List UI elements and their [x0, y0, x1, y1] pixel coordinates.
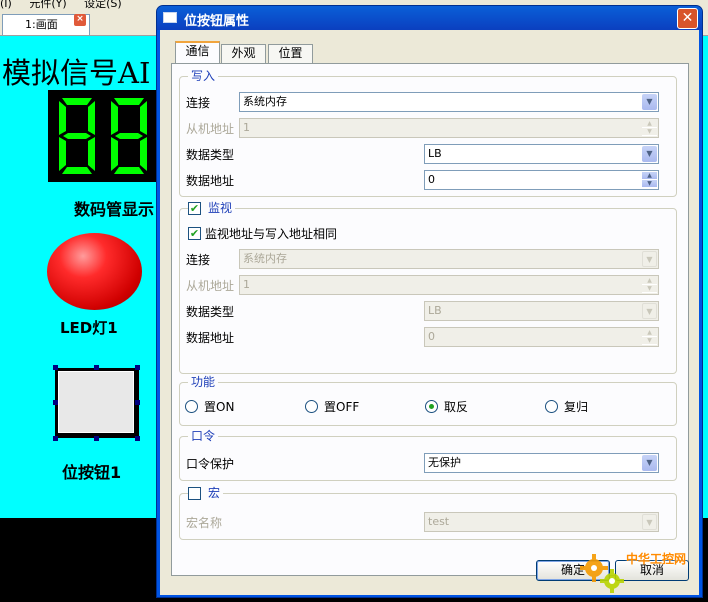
bit-button-widget[interactable]	[55, 368, 139, 438]
monitor-datatype-value: LB	[428, 304, 442, 317]
macro-group: 宏 宏名称 test ▼	[179, 486, 677, 540]
chevron-down-icon: ▼	[642, 94, 657, 110]
radio-set-off[interactable]	[305, 400, 318, 413]
same-address-checkbox[interactable]: ✔	[188, 227, 201, 240]
write-connection-label: 连接	[186, 96, 211, 110]
segment-digit-icon	[111, 98, 147, 174]
monitor-address-value: 0	[428, 330, 435, 343]
write-slave-value: 1	[243, 121, 250, 134]
close-tab-icon[interactable]: ×	[74, 14, 86, 26]
radio-set-on-label[interactable]: 置ON	[204, 400, 234, 414]
monitor-datatype-label: 数据类型	[186, 305, 235, 319]
led-lamp[interactable]	[47, 233, 142, 310]
menu-item-components[interactable]: 元件(Y)	[29, 0, 66, 10]
chevron-down-icon: ▼	[642, 146, 657, 162]
macro-name-value: test	[428, 515, 450, 528]
dialog-title: 位按钮属性	[184, 14, 250, 29]
radio-set-on[interactable]	[185, 400, 198, 413]
led-caption: LED灯1	[60, 319, 118, 337]
communication-tab-panel: 写入 连接 系统内存 ▼ 从机地址 1 ▲ ▼ 数据类型 LB ▼ 数据地址 0…	[171, 63, 689, 576]
segment-display-caption: 数码管显示	[74, 200, 155, 219]
tab-appearance[interactable]: 外观	[221, 44, 266, 63]
radio-selected-dot	[429, 404, 434, 409]
resize-handle[interactable]	[135, 365, 140, 370]
menu-item[interactable]: (I)	[0, 0, 12, 10]
password-group-title: 口令	[188, 429, 219, 443]
watermark-logo: 中华工控网	[576, 548, 706, 598]
monitor-connection-select: 系统内存 ▼	[239, 249, 659, 269]
resize-handle[interactable]	[94, 436, 99, 441]
write-slave-address-spinner: 1 ▲ ▼	[239, 118, 659, 138]
bit-button-face	[58, 371, 134, 433]
write-datatype-select[interactable]: LB ▼	[424, 144, 659, 164]
spinner-arrows-icon: ▲ ▼	[642, 329, 657, 345]
bit-button-caption: 位按钮1	[62, 463, 122, 482]
resize-handle[interactable]	[53, 365, 58, 370]
radio-reset-label[interactable]: 复归	[564, 400, 588, 414]
monitor-slave-label: 从机地址	[186, 279, 235, 293]
macro-title-text: 宏	[208, 486, 221, 500]
resize-handle[interactable]	[135, 436, 140, 441]
monitor-datatype-select: LB ▼	[424, 301, 659, 321]
chevron-down-icon: ▼	[642, 455, 657, 471]
dialog-body: 通信 外观 位置 写入 连接 系统内存 ▼ 从机地址 1 ▲▼ 数据类型 LB	[160, 30, 699, 595]
chevron-down-icon: ▼	[642, 251, 657, 267]
segment-digit-icon	[59, 98, 95, 174]
watermark-text: 中华工控网	[626, 552, 687, 566]
chevron-down-icon: ▼	[642, 514, 657, 530]
password-protect-select[interactable]: 无保护 ▼	[424, 453, 659, 473]
resize-handle[interactable]	[135, 400, 140, 405]
write-address-spinner[interactable]: 0 ▲ ▼	[424, 170, 659, 190]
password-protect-label: 口令保护	[186, 457, 235, 471]
monitor-address-spinner: 0 ▲ ▼	[424, 327, 659, 347]
radio-set-off-label[interactable]: 置OFF	[324, 400, 359, 414]
write-group: 写入 连接 系统内存 ▼ 从机地址 1 ▲ ▼ 数据类型 LB ▼ 数据地址 0…	[179, 69, 677, 197]
monitor-checkbox[interactable]: ✔	[188, 202, 201, 215]
monitor-address-label: 数据地址	[186, 331, 235, 345]
radio-toggle-label[interactable]: 取反	[444, 400, 468, 414]
write-address-label: 数据地址	[186, 174, 235, 188]
write-connection-value: 系统内存	[243, 95, 287, 108]
function-group: 功能 置ON 置OFF 取反 复归	[179, 375, 677, 426]
menu-item-settings[interactable]: 设定(S)	[84, 0, 122, 10]
write-connection-select[interactable]: 系统内存 ▼	[239, 92, 659, 112]
macro-name-label: 宏名称	[186, 516, 223, 530]
write-datatype-label: 数据类型	[186, 148, 235, 162]
window-icon	[163, 12, 177, 23]
resize-handle[interactable]	[53, 436, 58, 441]
resize-handle[interactable]	[94, 365, 99, 370]
gear-icon	[580, 554, 624, 593]
spinner-arrows-icon[interactable]: ▲ ▼	[642, 172, 657, 188]
function-group-title: 功能	[188, 375, 219, 389]
macro-checkbox[interactable]	[188, 487, 201, 500]
write-group-title: 写入	[188, 69, 219, 83]
dialog-titlebar[interactable]: 位按钮属性 ✕	[157, 6, 702, 30]
monitor-slave-value: 1	[243, 278, 250, 291]
close-button[interactable]: ✕	[677, 8, 698, 29]
password-protect-value: 无保护	[428, 456, 461, 469]
chevron-down-icon: ▼	[642, 303, 657, 319]
password-group: 口令 口令保护 无保护 ▼	[179, 429, 677, 481]
monitor-connection-value: 系统内存	[243, 252, 287, 265]
spinner-arrows-icon: ▲ ▼	[642, 277, 657, 293]
write-datatype-value: LB	[428, 147, 442, 160]
monitor-slave-address-spinner: 1 ▲ ▼	[239, 275, 659, 295]
bit-button-properties-dialog: 位按钮属性 ✕ 通信 外观 位置 写入 连接 系统内存 ▼ 从机地址 1 ▲ ▼ …	[156, 5, 703, 598]
write-slave-label: 从机地址	[186, 122, 235, 136]
write-address-value: 0	[428, 173, 435, 186]
radio-reset[interactable]	[545, 400, 558, 413]
macro-name-select: test ▼	[424, 512, 659, 532]
canvas-title-text[interactable]: 模拟信号AI	[2, 50, 150, 92]
seven-segment-display[interactable]	[48, 90, 160, 182]
monitor-title-text: 监视	[208, 201, 233, 215]
monitor-connection-label: 连接	[186, 253, 211, 267]
spinner-arrows-icon: ▲ ▼	[642, 120, 657, 136]
tab-communication[interactable]: 通信	[175, 41, 220, 64]
document-tab-label: 1:画面	[25, 18, 58, 31]
radio-toggle[interactable]	[425, 400, 438, 413]
same-address-label: 监视地址与写入地址相同	[205, 227, 338, 241]
resize-handle[interactable]	[53, 400, 58, 405]
monitor-group: 监视 ✔ ✔ 监视地址与写入地址相同 连接 系统内存 ▼ 从机地址 1 ▲ ▼ 数…	[179, 201, 677, 374]
tab-position[interactable]: 位置	[268, 44, 313, 63]
